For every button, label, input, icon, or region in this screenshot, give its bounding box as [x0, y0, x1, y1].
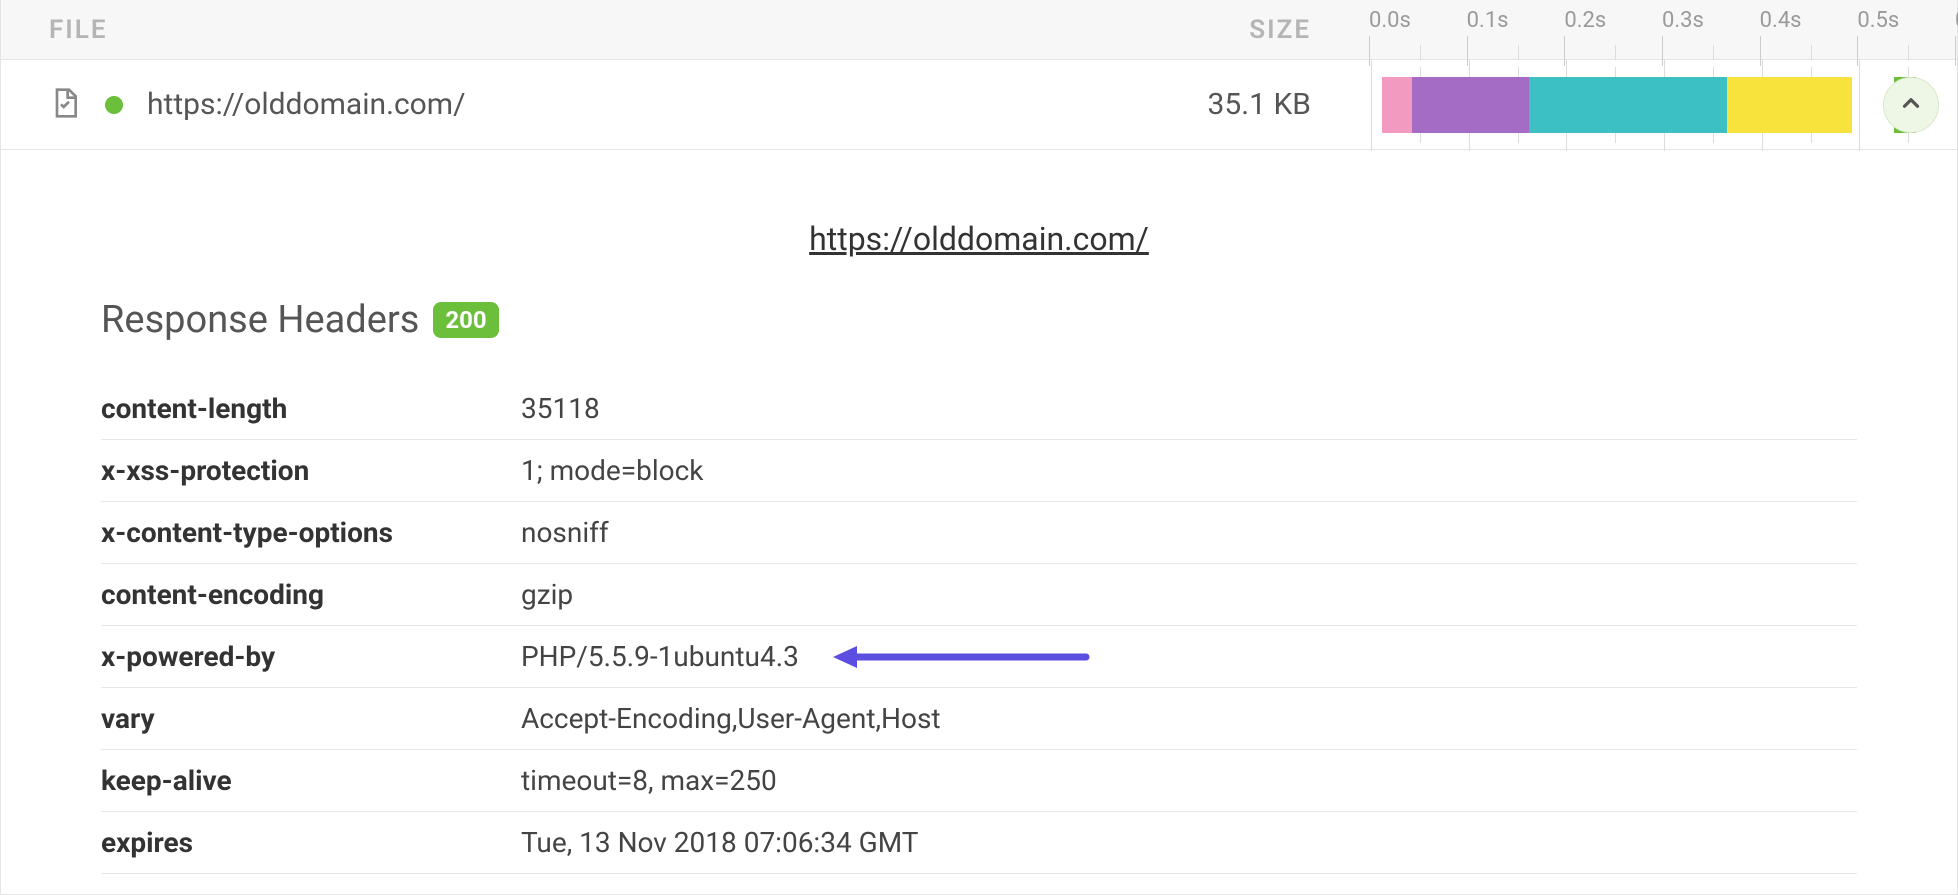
waterfall-segment — [1727, 77, 1851, 133]
response-headers-title: Response Headers — [101, 298, 419, 342]
chevron-up-icon — [1898, 90, 1924, 120]
waterfall-segment — [1382, 77, 1412, 133]
document-icon — [49, 87, 81, 123]
header-row: content-length35118 — [101, 378, 1857, 440]
detail-panel: https://olddomain.com/ Response Headers … — [1, 150, 1957, 894]
status-dot-icon — [105, 96, 123, 114]
header-value: 35118 — [521, 378, 1857, 440]
header-row: expiresTue, 13 Nov 2018 07:06:34 GMT — [101, 812, 1857, 874]
header-value: Accept-Encoding,User-Agent,Host — [521, 688, 1857, 750]
header-value: nosniff — [521, 502, 1857, 564]
request-row[interactable]: https://olddomain.com/ 35.1 KB — [1, 60, 1957, 150]
timeline-tick: 0.4s — [1760, 8, 1802, 33]
network-panel: FILE SIZE 0.0s0.1s0.2s0.3s0.4s0.5s0.6 ht… — [0, 0, 1958, 895]
col-file: FILE — [1, 15, 1021, 45]
header-value: PHP/5.5.9-1ubuntu4.3 — [521, 626, 1857, 688]
header-key: x-powered-by — [101, 626, 521, 688]
header-row: x-content-type-optionsnosniff — [101, 502, 1857, 564]
timeline-tick: 0.0s — [1369, 8, 1411, 33]
waterfall-segment — [1412, 77, 1529, 133]
timeline-tick: 0.3s — [1662, 8, 1704, 33]
detail-url-link[interactable]: https://olddomain.com/ — [101, 220, 1857, 258]
headers-table: content-length35118x-xss-protection1; mo… — [101, 378, 1857, 874]
timeline-minor-tick — [1518, 45, 1519, 60]
header-row: x-xss-protection1; mode=block — [101, 440, 1857, 502]
header-key: x-content-type-options — [101, 502, 521, 564]
waterfall-segment — [1529, 77, 1727, 133]
header-key: content-encoding — [101, 564, 521, 626]
timeline-axis: 0.0s0.1s0.2s0.3s0.4s0.5s0.6 — [1371, 0, 1957, 59]
header-key: content-length — [101, 378, 521, 440]
header-key: x-xss-protection — [101, 440, 521, 502]
request-url: https://olddomain.com/ — [147, 87, 465, 122]
header-row: x-powered-byPHP/5.5.9-1ubuntu4.3 — [101, 626, 1857, 688]
status-badge: 200 — [433, 302, 498, 338]
file-cell: https://olddomain.com/ — [1, 87, 1021, 123]
header-key: vary — [101, 688, 521, 750]
header-key: keep-alive — [101, 750, 521, 812]
header-row: content-encodinggzip — [101, 564, 1857, 626]
header-value: Tue, 13 Nov 2018 07:06:34 GMT — [521, 812, 1857, 874]
header-value: timeout=8, max=250 — [521, 750, 1857, 812]
header-value: gzip — [521, 564, 1857, 626]
waterfall-bar — [1371, 77, 1957, 133]
timeline-minor-tick — [1615, 45, 1616, 60]
timeline-minor-tick — [1420, 45, 1421, 60]
timeline-minor-tick — [1908, 45, 1909, 60]
header-row: keep-alivetimeout=8, max=250 — [101, 750, 1857, 812]
arrow-annotation-icon — [831, 642, 1091, 672]
timeline-tick: 0.5s — [1857, 8, 1899, 33]
col-size: SIZE — [1021, 15, 1371, 45]
timeline-minor-tick — [1811, 45, 1812, 60]
header-row: varyAccept-Encoding,User-Agent,Host — [101, 688, 1857, 750]
table-header: FILE SIZE 0.0s0.1s0.2s0.3s0.4s0.5s0.6 — [1, 0, 1957, 60]
collapse-button[interactable] — [1883, 77, 1939, 133]
timeline-tick: 0.2s — [1564, 8, 1606, 33]
timeline-minor-tick — [1713, 45, 1714, 60]
header-key: expires — [101, 812, 521, 874]
timeline-tick: 0.1s — [1467, 8, 1509, 33]
section-title-row: Response Headers 200 — [101, 298, 1857, 342]
request-size: 35.1 KB — [1021, 87, 1371, 122]
header-value: 1; mode=block — [521, 440, 1857, 502]
